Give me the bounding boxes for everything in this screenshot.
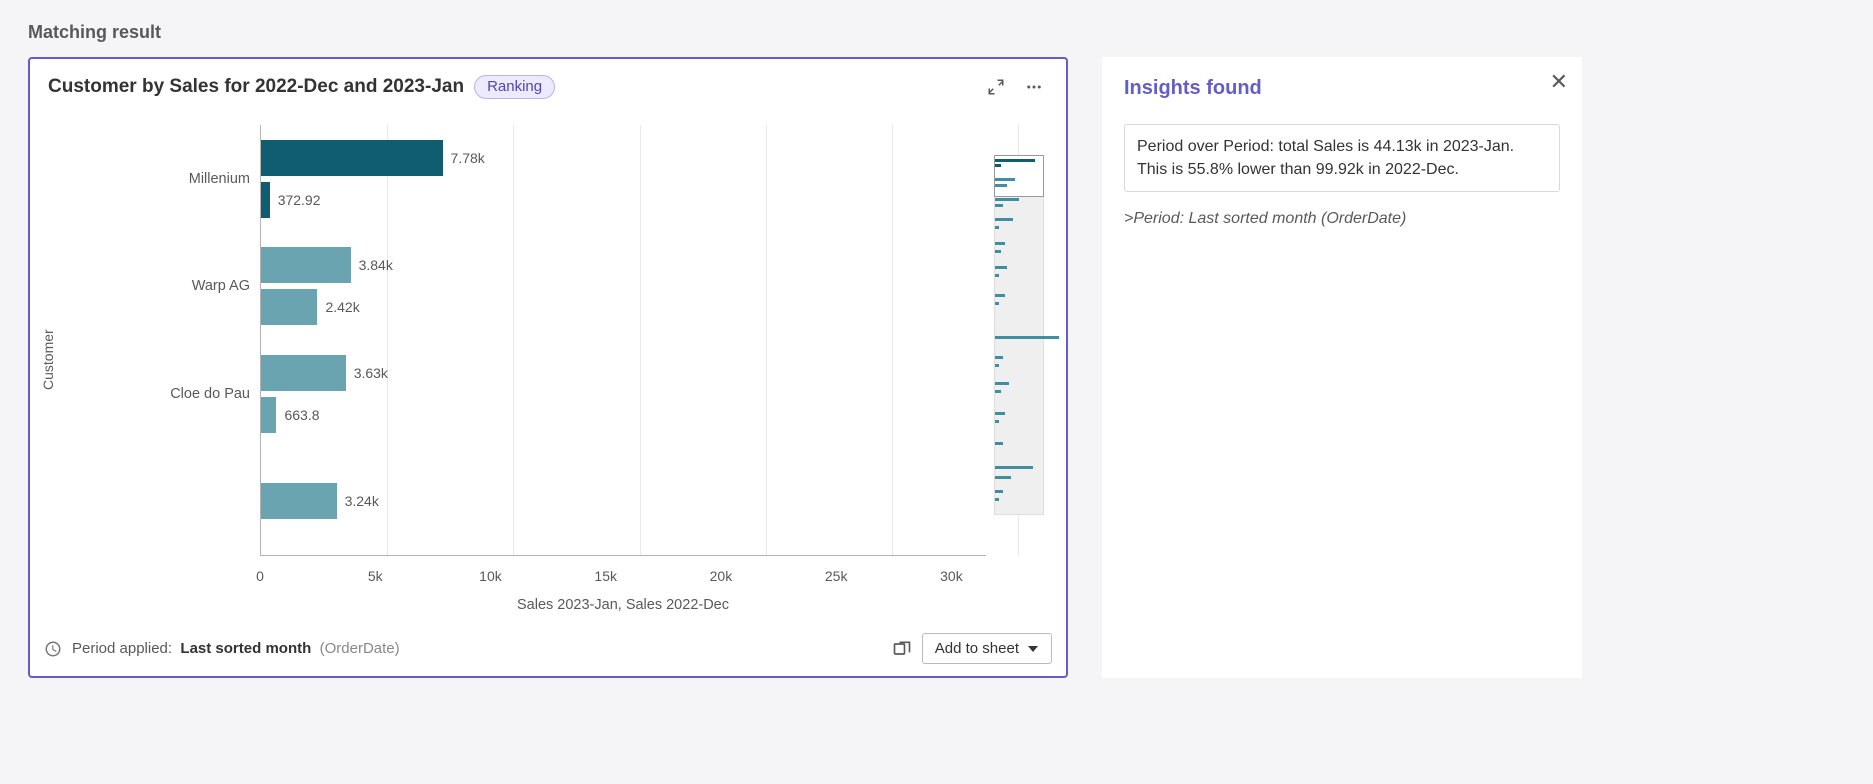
insight-box: Period over Period: total Sales is 44.13… — [1124, 124, 1560, 192]
x-tick: 5k — [368, 568, 383, 584]
bar-row: 663.8 — [261, 397, 996, 433]
chart-title: Customer by Sales for 2022-Dec and 2023-… — [48, 76, 464, 98]
bar-row: 7.78k — [261, 140, 996, 176]
chart-card: Customer by Sales for 2022-Dec and 2023-… — [28, 57, 1068, 678]
category-label: Millenium — [60, 125, 250, 233]
bar-value-label: 2.42k — [317, 289, 359, 325]
ranking-badge: Ranking — [474, 75, 555, 99]
chart-header: Customer by Sales for 2022-Dec and 2023-… — [30, 59, 1066, 101]
bar[interactable] — [261, 247, 351, 283]
category-label: Cloe do Pau — [60, 340, 250, 448]
bar[interactable] — [261, 140, 443, 176]
section-title: Matching result — [28, 22, 1845, 43]
bar-row: 3.24k — [261, 483, 996, 519]
x-tick: 15k — [594, 568, 617, 584]
bar-value-label: 372.92 — [270, 182, 321, 218]
category-label: Warp AG — [60, 233, 250, 341]
x-tick: 20k — [710, 568, 733, 584]
bar-row: 372.92 — [261, 182, 996, 218]
insights-panel: ✕ Insights found Period over Period: tot… — [1102, 57, 1582, 678]
bar-value-label: 663.8 — [276, 397, 319, 433]
x-tick: 25k — [825, 568, 848, 584]
bar-row: 2.42k — [261, 289, 996, 325]
close-icon[interactable]: ✕ — [1550, 71, 1568, 93]
bar-row: 3.84k — [261, 247, 996, 283]
category-label — [60, 448, 250, 556]
bar-row: 3.63k — [261, 355, 996, 391]
chart-footer: Period applied: Last sorted month (Order… — [30, 623, 1066, 676]
bar-value-label: 3.24k — [337, 483, 379, 519]
x-tick: 10k — [479, 568, 502, 584]
y-axis-label: Customer — [40, 125, 60, 555]
y-category-labels: MilleniumWarp AGCloe do Pau — [60, 125, 260, 555]
bar-value-label: 7.78k — [443, 140, 485, 176]
insights-title: Insights found — [1124, 77, 1560, 100]
period-applied-text: Period applied: Last sorted month (Order… — [72, 640, 400, 657]
insight-note: >Period: Last sorted month (OrderDate) — [1124, 210, 1560, 228]
bar-value-label: 3.84k — [351, 247, 393, 283]
chart-body: Customer MilleniumWarp AGCloe do Pau 7.7… — [30, 101, 1066, 623]
explore-icon[interactable] — [892, 639, 912, 659]
x-tick: 30k — [940, 568, 963, 584]
bar-group: 7.78k 372.92 — [261, 125, 996, 233]
chevron-down-icon — [1027, 643, 1039, 655]
add-to-sheet-button[interactable]: Add to sheet — [922, 633, 1052, 664]
bar-group: 3.24k — [261, 448, 996, 556]
x-tick: 0 — [256, 568, 264, 584]
more-icon[interactable] — [1020, 73, 1048, 101]
x-axis: 05k10k15k20k25k30k — [260, 555, 986, 595]
bar[interactable] — [261, 182, 270, 218]
chart-minimap[interactable] — [994, 155, 1044, 515]
bar[interactable] — [261, 355, 346, 391]
bar-value-label: 3.63k — [346, 355, 388, 391]
bar[interactable] — [261, 397, 276, 433]
clock-icon — [44, 640, 62, 658]
bar-group: 3.84k 2.42k — [261, 233, 996, 341]
bar[interactable] — [261, 483, 337, 519]
plot-area[interactable]: 7.78k 372.92 3.84k 2.42k 3.63k 663.8 3.24k — [260, 125, 1056, 555]
x-axis-label: Sales 2023-Jan, Sales 2022-Dec — [260, 595, 986, 619]
fullscreen-icon[interactable] — [982, 73, 1010, 101]
bar-group: 3.63k 663.8 — [261, 340, 996, 448]
bar[interactable] — [261, 289, 317, 325]
